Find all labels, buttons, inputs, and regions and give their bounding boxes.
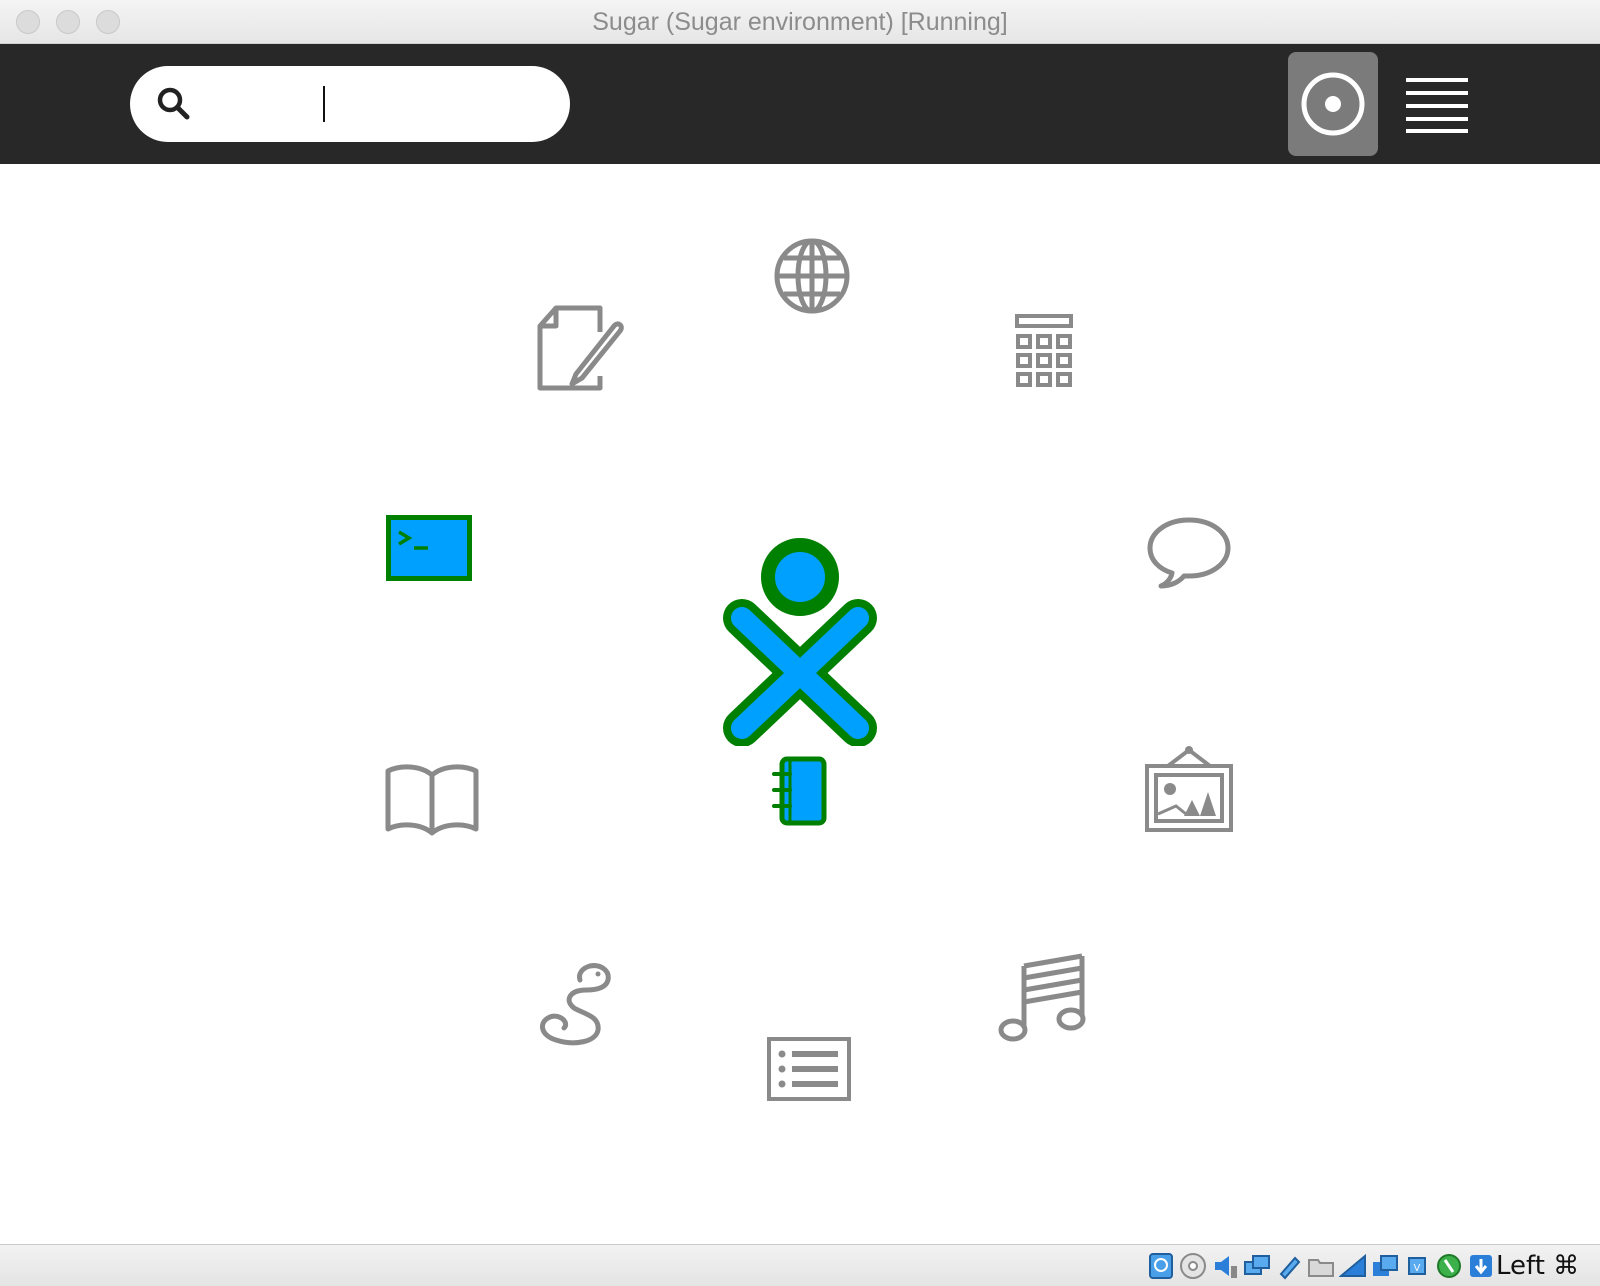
list-view-icon bbox=[1406, 78, 1468, 133]
audio-icon[interactable] bbox=[1210, 1251, 1240, 1281]
activity-write[interactable] bbox=[536, 304, 626, 394]
chat-icon bbox=[1147, 517, 1231, 589]
home-activity-ring bbox=[0, 164, 1600, 1244]
image-viewer-icon bbox=[1145, 746, 1233, 832]
calculator-icon bbox=[1015, 314, 1073, 387]
write-document-icon bbox=[537, 305, 624, 391]
activity-terminal[interactable] bbox=[384, 512, 474, 584]
title-bar: Sugar (Sugar environment) [Running] bbox=[0, 0, 1600, 44]
home-view-button[interactable] bbox=[1288, 52, 1378, 156]
optical-drive-icon[interactable] bbox=[1178, 1251, 1208, 1281]
sugar-toolbar bbox=[0, 44, 1600, 164]
display-icon[interactable] bbox=[1338, 1251, 1368, 1281]
virtualbox-window: Sugar (Sugar environment) [Running] V Le… bbox=[0, 0, 1600, 1286]
web-browser-icon bbox=[774, 238, 850, 314]
journal-icon bbox=[772, 756, 827, 826]
screen-capture-icon[interactable] bbox=[1370, 1251, 1400, 1281]
activity-read[interactable] bbox=[382, 756, 482, 842]
read-book-icon bbox=[385, 764, 479, 836]
hard-disk-icon[interactable] bbox=[1146, 1251, 1176, 1281]
text-cursor bbox=[323, 86, 325, 122]
vm-status-bar: V Left ⌘ bbox=[0, 1244, 1600, 1286]
list-view-button[interactable] bbox=[1392, 52, 1482, 156]
activity-list[interactable] bbox=[766, 1036, 852, 1102]
shared-folders-icon[interactable] bbox=[1306, 1251, 1336, 1281]
home-view-icon bbox=[1301, 72, 1365, 136]
xo-user-icon bbox=[723, 538, 877, 746]
mouse-integration-icon[interactable] bbox=[1434, 1251, 1464, 1281]
usb-icon[interactable] bbox=[1274, 1251, 1304, 1281]
list-icon bbox=[767, 1037, 851, 1101]
search-icon bbox=[157, 87, 190, 120]
window-title: Sugar (Sugar environment) [Running] bbox=[592, 8, 1008, 36]
keyboard-capture-icon[interactable] bbox=[1466, 1251, 1496, 1281]
svg-text:V: V bbox=[1414, 1263, 1421, 1274]
music-icon bbox=[998, 953, 1086, 1042]
cpu-icon[interactable]: V bbox=[1402, 1251, 1432, 1281]
activity-python[interactable] bbox=[530, 956, 620, 1046]
activity-image-viewer[interactable] bbox=[1144, 742, 1234, 836]
activity-music[interactable] bbox=[996, 952, 1090, 1046]
owner-xo-button[interactable] bbox=[722, 538, 878, 746]
python-snake-icon bbox=[539, 963, 611, 1046]
journal-button[interactable] bbox=[764, 754, 836, 830]
activity-web[interactable] bbox=[770, 234, 854, 318]
activity-calculator[interactable] bbox=[1008, 312, 1080, 392]
network-icon[interactable] bbox=[1242, 1251, 1272, 1281]
terminal-icon bbox=[386, 515, 472, 581]
status-icon-tray: V bbox=[1146, 1251, 1496, 1281]
search-input[interactable] bbox=[196, 80, 546, 128]
search-box[interactable] bbox=[130, 66, 570, 142]
activity-chat[interactable] bbox=[1144, 514, 1234, 594]
host-key-label: Left ⌘ bbox=[1496, 1251, 1580, 1281]
